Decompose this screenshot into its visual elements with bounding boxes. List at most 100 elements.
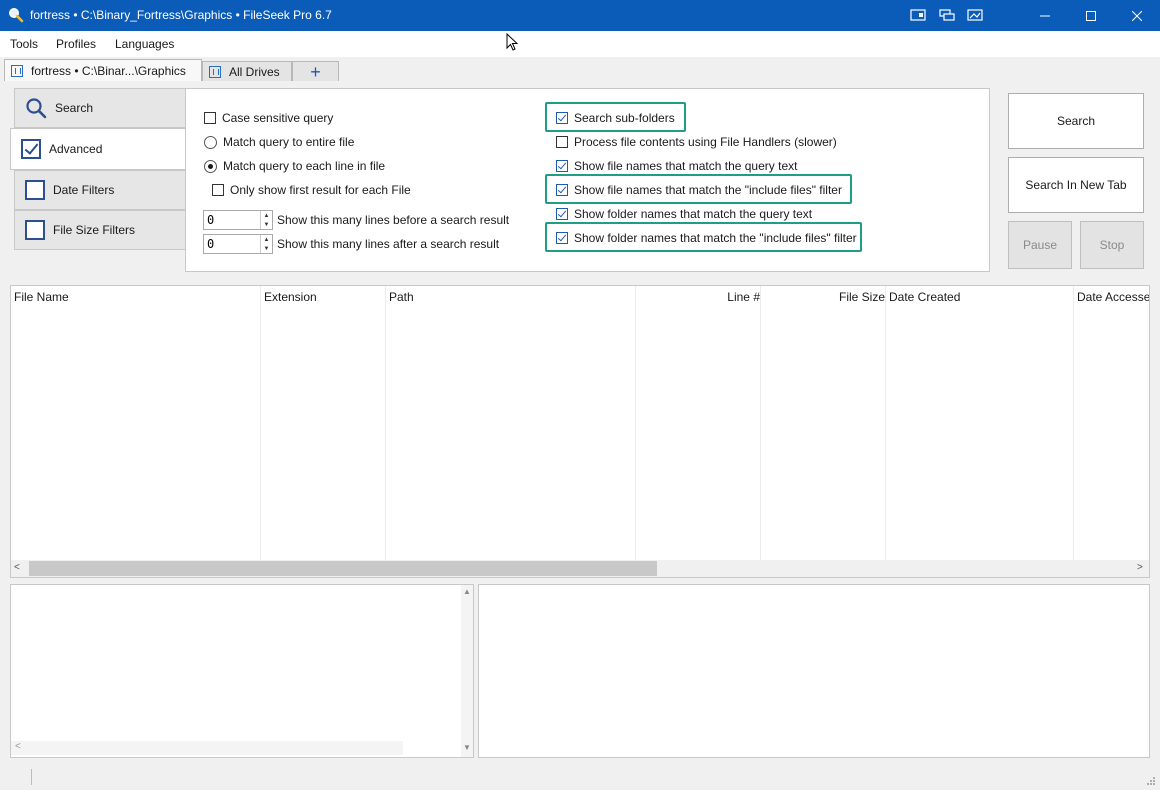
scroll-left-icon[interactable]: <: [15, 741, 21, 752]
new-tab-button[interactable]: +: [292, 61, 339, 81]
lines-after-label: Show this many lines after a search resu…: [277, 237, 500, 251]
preview-right-pane[interactable]: [478, 584, 1150, 758]
window-title: fortress • C:\Binary_Fortress\Graphics •…: [30, 8, 332, 22]
file-names-include-option[interactable]: Show file names that match the "include …: [556, 183, 842, 197]
file-names-query-option[interactable]: Show file names that match the query tex…: [556, 159, 797, 173]
column-divider: [1073, 286, 1074, 561]
menu-languages[interactable]: Languages: [115, 37, 174, 51]
side-tab-advanced-label: Advanced: [49, 142, 103, 156]
sub-folders-option[interactable]: Search sub-folders: [556, 111, 675, 125]
tab-sliders-icon: [209, 65, 221, 78]
match-entire-option[interactable]: Match query to entire file: [204, 135, 354, 149]
status-divider: [31, 769, 32, 785]
toolbar-window-icon[interactable]: [909, 7, 927, 23]
side-tab-date-filters[interactable]: Date Filters: [14, 170, 186, 210]
tab-fortress-label: fortress • C:\Binar...\Graphics: [31, 63, 186, 78]
menu-profiles[interactable]: Profiles: [56, 37, 96, 51]
column-file-name[interactable]: File Name: [14, 290, 69, 304]
spin-down-icon[interactable]: ▼: [261, 244, 272, 253]
column-divider: [760, 286, 761, 561]
file-names-query-label: Show file names that match the query tex…: [574, 159, 798, 173]
first-result-label: Only show first result for each File: [230, 183, 411, 197]
folder-names-query-label: Show folder names that match the query t…: [574, 207, 813, 221]
match-line-label: Match query to each line in file: [223, 159, 386, 173]
spin-up-icon[interactable]: ▲: [261, 211, 272, 220]
minimize-button[interactable]: [1022, 0, 1068, 31]
folder-names-query-option[interactable]: Show folder names that match the query t…: [556, 207, 812, 221]
file-handlers-option[interactable]: Process file contents using File Handler…: [556, 135, 837, 149]
file-handlers-checkbox[interactable]: [556, 136, 568, 148]
match-entire-radio[interactable]: [204, 135, 217, 149]
spin-down-icon[interactable]: ▼: [261, 220, 272, 229]
results-grid[interactable]: File Name Extension Path Line # File Siz…: [10, 285, 1150, 578]
menu-bar: Tools Profiles Languages: [0, 31, 1160, 57]
date-filters-check-icon: [25, 180, 45, 200]
magnifier-app-icon: [9, 8, 24, 23]
search-button[interactable]: Search: [1008, 93, 1144, 149]
match-line-radio[interactable]: [204, 159, 217, 173]
magnifier-icon: [26, 98, 47, 119]
side-tab-file-size-filters[interactable]: File Size Filters: [14, 210, 186, 250]
column-file-size[interactable]: File Size: [763, 290, 885, 304]
lines-after-spinner[interactable]: ▲▼: [203, 234, 273, 254]
advanced-check-icon: [21, 139, 41, 159]
scrollbar-thumb[interactable]: [29, 561, 657, 576]
horizontal-scrollbar[interactable]: < >: [11, 560, 1149, 577]
menu-tools[interactable]: Tools: [10, 37, 38, 51]
file-size-filters-check-icon: [25, 220, 45, 240]
file-names-query-checkbox[interactable]: [556, 160, 568, 172]
lines-after-option: ▲▼ Show this many lines after a search r…: [203, 234, 499, 254]
case-sensitive-checkbox[interactable]: [204, 112, 216, 124]
folder-names-include-label: Show folder names that match the "includ…: [574, 231, 857, 245]
file-names-include-checkbox[interactable]: [556, 184, 568, 196]
side-tab-advanced[interactable]: Advanced: [10, 128, 186, 170]
lines-before-label: Show this many lines before a search res…: [277, 213, 510, 227]
case-sensitive-option[interactable]: Case sensitive query: [204, 111, 333, 125]
column-divider: [885, 286, 886, 561]
sub-folders-checkbox[interactable]: [556, 112, 568, 124]
scroll-right-icon[interactable]: >: [1137, 562, 1143, 573]
title-bar[interactable]: fortress • C:\Binary_Fortress\Graphics •…: [0, 0, 1160, 31]
toolbar-image-icon[interactable]: [966, 7, 984, 23]
vertical-scrollbar[interactable]: ▲ ▼: [461, 585, 473, 757]
file-names-include-label: Show file names that match the "include …: [574, 183, 842, 197]
lines-before-spinner[interactable]: ▲▼: [203, 210, 273, 230]
stop-button[interactable]: Stop: [1080, 221, 1144, 269]
preview-left-pane[interactable]: ▲ ▼ <: [10, 584, 474, 758]
toolbar-cascade-icon[interactable]: [938, 7, 956, 23]
folder-names-include-checkbox[interactable]: [556, 232, 568, 244]
pause-button[interactable]: Pause: [1008, 221, 1072, 269]
horizontal-scrollbar[interactable]: <: [11, 741, 403, 755]
column-date-accessed[interactable]: Date Accessed: [1077, 290, 1149, 304]
side-tab-search[interactable]: Search: [14, 88, 186, 128]
first-result-checkbox[interactable]: [212, 184, 224, 196]
tab-all-drives-label: All Drives: [229, 64, 280, 79]
tab-strip: fortress • C:\Binar...\Graphics All Driv…: [0, 57, 1160, 82]
scroll-left-icon[interactable]: <: [14, 562, 20, 573]
column-date-created[interactable]: Date Created: [889, 290, 960, 304]
scroll-down-icon[interactable]: ▼: [463, 743, 471, 752]
maximize-button[interactable]: [1068, 0, 1114, 31]
tab-fortress[interactable]: fortress • C:\Binar...\Graphics: [4, 59, 202, 81]
close-button[interactable]: [1114, 0, 1160, 31]
lines-before-input[interactable]: [204, 211, 260, 229]
column-line-number[interactable]: Line #: [638, 290, 760, 304]
plus-icon: +: [310, 61, 321, 82]
spin-up-icon[interactable]: ▲: [261, 235, 272, 244]
side-tab-search-label: Search: [55, 101, 94, 115]
match-line-option[interactable]: Match query to each line in file: [204, 159, 385, 173]
lines-after-input[interactable]: [204, 235, 260, 253]
first-result-option[interactable]: Only show first result for each File: [212, 183, 411, 197]
folder-names-query-checkbox[interactable]: [556, 208, 568, 220]
resize-grip-icon[interactable]: [1145, 776, 1156, 787]
search-new-tab-button[interactable]: Search In New Tab: [1008, 157, 1144, 213]
column-divider: [260, 286, 261, 561]
file-handlers-label: Process file contents using File Handler…: [574, 135, 837, 149]
column-divider: [635, 286, 636, 561]
column-extension[interactable]: Extension: [264, 290, 317, 304]
folder-names-include-option[interactable]: Show folder names that match the "includ…: [556, 231, 857, 245]
column-path[interactable]: Path: [389, 290, 414, 304]
scroll-up-icon[interactable]: ▲: [463, 587, 471, 596]
tab-all-drives[interactable]: All Drives: [202, 61, 292, 81]
tab-sliders-icon: [11, 64, 23, 77]
